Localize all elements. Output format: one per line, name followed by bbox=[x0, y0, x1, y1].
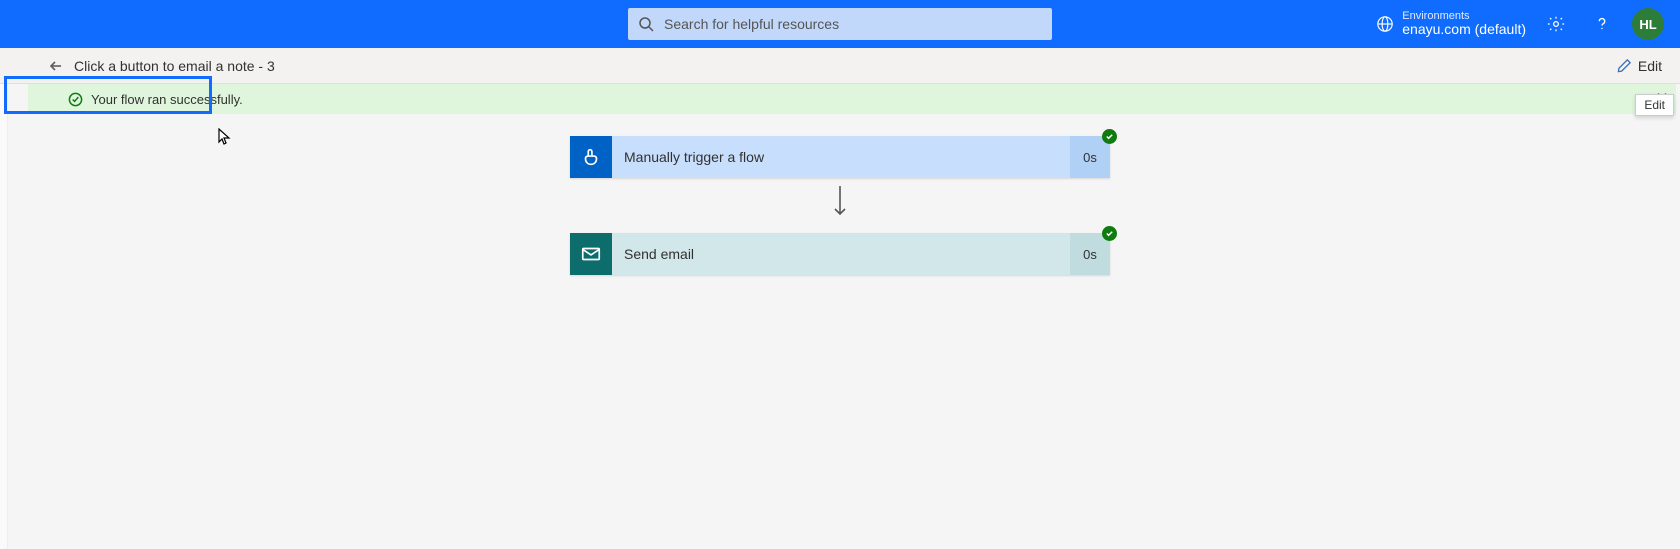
search-icon bbox=[638, 16, 654, 32]
settings-button[interactable] bbox=[1540, 8, 1572, 40]
help-button[interactable] bbox=[1586, 8, 1618, 40]
search-input[interactable] bbox=[664, 16, 1042, 32]
edit-button[interactable]: Edit bbox=[1611, 54, 1668, 78]
environment-name: enayu.com (default) bbox=[1402, 22, 1526, 37]
back-button[interactable] bbox=[44, 54, 68, 78]
check-icon bbox=[1105, 132, 1114, 141]
page-title: Click a button to email a note - 3 bbox=[74, 58, 275, 74]
status-badge bbox=[1102, 226, 1117, 241]
arrow-down-icon bbox=[831, 184, 849, 220]
status-badge bbox=[1102, 129, 1117, 144]
flow-canvas: Manually trigger a flow 0s Send email 0s bbox=[0, 114, 1680, 275]
check-circle-icon bbox=[68, 92, 83, 107]
pencil-icon bbox=[1617, 58, 1632, 73]
gear-icon bbox=[1547, 15, 1565, 33]
action-icon bbox=[570, 233, 612, 275]
environment-text: Environments enayu.com (default) bbox=[1402, 10, 1526, 37]
flow-step-label: Manually trigger a flow bbox=[612, 136, 1070, 178]
avatar[interactable]: HL bbox=[1632, 8, 1664, 40]
top-right-controls: Environments enayu.com (default) HL bbox=[1376, 8, 1664, 40]
trigger-icon bbox=[570, 136, 612, 178]
connector-arrow bbox=[831, 184, 849, 225]
flow-step-trigger[interactable]: Manually trigger a flow 0s bbox=[570, 136, 1110, 178]
mail-icon bbox=[580, 243, 602, 265]
top-header: Environments enayu.com (default) HL bbox=[0, 0, 1680, 48]
environment-picker[interactable]: Environments enayu.com (default) bbox=[1376, 10, 1526, 37]
global-search[interactable] bbox=[628, 8, 1052, 40]
help-icon bbox=[1593, 15, 1611, 33]
edit-label: Edit bbox=[1638, 58, 1662, 74]
check-icon bbox=[1105, 229, 1114, 238]
arrow-left-icon bbox=[48, 58, 64, 74]
flow-step-action[interactable]: Send email 0s bbox=[570, 233, 1110, 275]
sub-header: Click a button to email a note - 3 Edit bbox=[0, 48, 1680, 84]
touch-icon bbox=[580, 146, 602, 168]
flow-step-label: Send email bbox=[612, 233, 1070, 275]
banner-message: Your flow ran successfully. bbox=[91, 92, 243, 107]
edit-tooltip: Edit bbox=[1635, 94, 1674, 116]
globe-icon bbox=[1376, 15, 1394, 33]
success-banner: Your flow ran successfully. bbox=[28, 84, 1676, 114]
